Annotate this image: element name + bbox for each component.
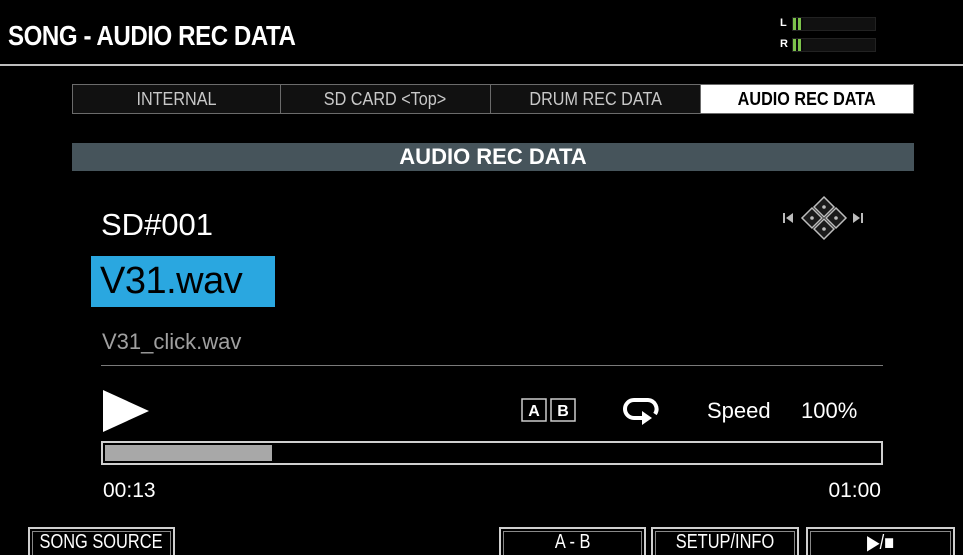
ab-repeat-icon: A B [521, 398, 576, 422]
tab-drum-rec-data[interactable]: DRUM REC DATA [491, 85, 701, 113]
level-meter-right: R [780, 37, 880, 53]
current-time: 00:13 [103, 479, 156, 502]
playback-progress-bar[interactable] [101, 441, 883, 465]
setup-info-label: SETUP/INFO [675, 530, 775, 553]
play-icon[interactable] [101, 386, 151, 436]
tab-audio-rec-data[interactable]: AUDIO REC DATA [701, 85, 913, 113]
ab-a-label: A [528, 403, 540, 420]
section-header: AUDIO REC DATA [72, 143, 914, 171]
play-stop-label: ▶/■ [866, 531, 895, 554]
screen-title: SONG - AUDIO REC DATA [8, 20, 296, 51]
tab-internal[interactable]: INTERNAL [73, 85, 281, 113]
title-divider [0, 64, 963, 66]
divider [101, 365, 883, 366]
tab-label: DRUM REC DATA [529, 88, 662, 109]
tab-label: INTERNAL [136, 88, 217, 109]
speed-value[interactable]: 100% [801, 398, 857, 424]
ab-b-label: B [557, 403, 569, 420]
setup-info-button[interactable]: SETUP/INFO [651, 527, 799, 555]
tab-label: AUDIO REC DATA [737, 88, 876, 109]
selected-file-name[interactable]: V31.wav [100, 260, 243, 303]
meter-left-track [792, 17, 876, 31]
source-tabs: INTERNAL SD CARD <Top> DRUM REC DATA AUD… [72, 84, 914, 114]
total-time: 01:00 [828, 479, 881, 502]
title-bar: SONG - AUDIO REC DATA [0, 0, 963, 64]
section-title: AUDIO REC DATA [399, 144, 587, 169]
tab-sd-card[interactable]: SD CARD <Top> [281, 85, 491, 113]
speed-label: Speed [707, 398, 771, 423]
song-source-button[interactable]: SONG SOURCE [28, 527, 175, 555]
meter-right-label: R [780, 38, 788, 50]
ab-button[interactable]: A - B [499, 527, 646, 555]
meter-right-fill [793, 39, 803, 51]
meter-right-track [792, 38, 876, 52]
cursor-pad-icon [783, 195, 863, 241]
loop-icon [623, 398, 659, 425]
click-file-name: V31_click.wav [102, 329, 242, 354]
level-meter-left: L [780, 16, 880, 32]
play-stop-button[interactable]: ▶/■ [806, 527, 955, 555]
song-source-label: SONG SOURCE [39, 530, 164, 553]
ab-button-label: A - B [554, 530, 591, 553]
file-slot-number: SD#001 [101, 207, 214, 242]
tab-label: SD CARD <Top> [324, 88, 447, 109]
skip-back-icon [783, 213, 793, 223]
meter-left-fill [793, 18, 803, 30]
meter-left-label: L [780, 17, 787, 29]
progress-fill [105, 445, 272, 461]
skip-forward-icon [853, 213, 863, 223]
